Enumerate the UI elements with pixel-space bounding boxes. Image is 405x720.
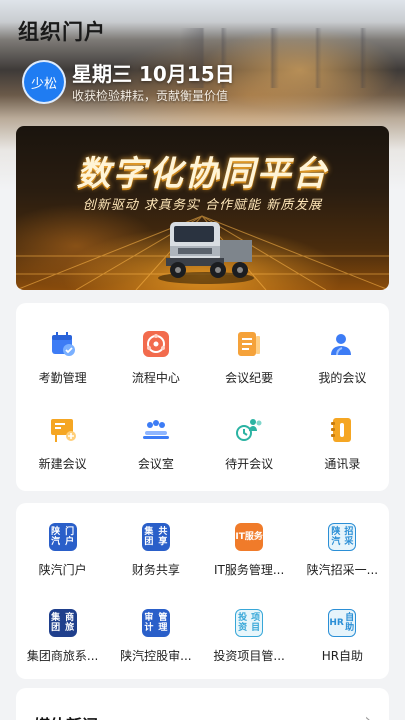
hr-self-service-icon: HR 自助 (328, 609, 357, 637)
investment-icon: 投资 项目 (235, 609, 264, 637)
system-apps-grid: 陕汽 门户 陕汽门户 集团 共享 财务共享 IT 服务 IT服务管理... 陕汽 招采 … (16, 503, 389, 675)
app-it-service[interactable]: IT 服务 IT服务管理... (203, 503, 296, 589)
page-title: 组织门户 (18, 20, 106, 44)
app-label: 会议纪要 (225, 371, 274, 385)
app-label: 陕汽招采一... (306, 563, 379, 577)
app-hr-self-service[interactable]: HR 自助 HR自助 (296, 589, 389, 675)
quick-apps-grid: 考勤管理 流程中心 会议纪要 我的会议 新建会议 会议室 待开会议 通讯录 (16, 303, 389, 475)
chevron-right-icon[interactable]: › (365, 710, 371, 720)
calendar-check-icon (48, 329, 78, 359)
app-label: 集团商旅系... (26, 649, 99, 663)
app-label: 财务共享 (131, 563, 180, 577)
it-service-icon: IT 服务 (235, 523, 264, 551)
news-card[interactable]: 媒体新闻 › (16, 688, 389, 720)
app-label: 流程中心 (131, 371, 180, 385)
app-shaanqi-portal[interactable]: 陕汽 门户 陕汽门户 (16, 503, 109, 589)
meeting-room-icon (141, 415, 171, 445)
audit-icon: 审计 管理 (141, 609, 170, 637)
finance-share-icon: 集团 共享 (141, 523, 170, 551)
app-meeting-notes[interactable]: 会议纪要 (203, 303, 296, 389)
app-address-book[interactable]: 通讯录 (296, 389, 389, 475)
app-label: 投资项目管... (213, 649, 285, 663)
system-apps-card: 陕汽 门户 陕汽门户 集团 共享 财务共享 IT 服务 IT服务管理... 陕汽 招采 … (16, 503, 389, 679)
app-label: 新建会议 (38, 457, 87, 471)
app-meeting-room[interactable]: 会议室 (109, 389, 202, 475)
pending-meeting-icon (234, 415, 264, 445)
shaanqi-portal-icon: 陕汽 门户 (48, 523, 77, 551)
app-new-meeting[interactable]: 新建会议 (16, 389, 109, 475)
app-label: HR自助 (321, 649, 364, 663)
new-board-icon (48, 415, 78, 445)
banner-title: 数字化协同平台 (76, 154, 329, 194)
app-finance-share[interactable]: 集团 共享 财务共享 (109, 503, 202, 589)
app-travel[interactable]: 集团 商旅 集团商旅系... (16, 589, 109, 675)
app-label: 我的会议 (318, 371, 367, 385)
travel-icon: 集团 商旅 (48, 609, 77, 637)
app-label: 会议室 (137, 457, 174, 471)
notes-icon (234, 329, 264, 359)
user-meeting-icon (327, 329, 357, 359)
banner-subtitle: 创新驱动 求真务实 合作赋能 新质发展 (82, 198, 323, 213)
app-label: IT服务管理... (213, 563, 285, 577)
app-label: 通讯录 (324, 457, 361, 471)
address-book-icon (327, 415, 357, 445)
app-attendance[interactable]: 考勤管理 (16, 303, 109, 389)
banner[interactable]: 数字化协同平台 创新驱动 求真务实 合作赋能 新质发展 (16, 126, 389, 290)
app-label: 陕汽门户 (38, 563, 87, 577)
app-audit[interactable]: 审计 管理 陕汽控股审... (109, 589, 202, 675)
app-label: 考勤管理 (38, 371, 87, 385)
app-pending-meetings[interactable]: 待开会议 (203, 389, 296, 475)
app-label: 待开会议 (225, 457, 274, 471)
quick-apps-card: 考勤管理 流程中心 会议纪要 我的会议 新建会议 会议室 待开会议 通讯录 (16, 303, 389, 491)
app-procurement[interactable]: 陕汽 招采 陕汽招采一... (296, 503, 389, 589)
app-investment[interactable]: 投资 项目 投资项目管... (203, 589, 296, 675)
motto-text: 收获检验耕耘，贡献衡量价值 (72, 89, 229, 103)
news-title: 媒体新闻 (34, 712, 98, 720)
truck-image (158, 222, 254, 284)
date-text: 星期三 10月15日 (72, 62, 235, 86)
app-my-meetings[interactable]: 我的会议 (296, 303, 389, 389)
flow-circle-icon (141, 329, 171, 359)
app-process-center[interactable]: 流程中心 (109, 303, 202, 389)
avatar[interactable]: 少松 (22, 60, 66, 104)
procurement-icon: 陕汽 招采 (328, 523, 357, 551)
app-label: 陕汽控股审... (120, 649, 192, 663)
